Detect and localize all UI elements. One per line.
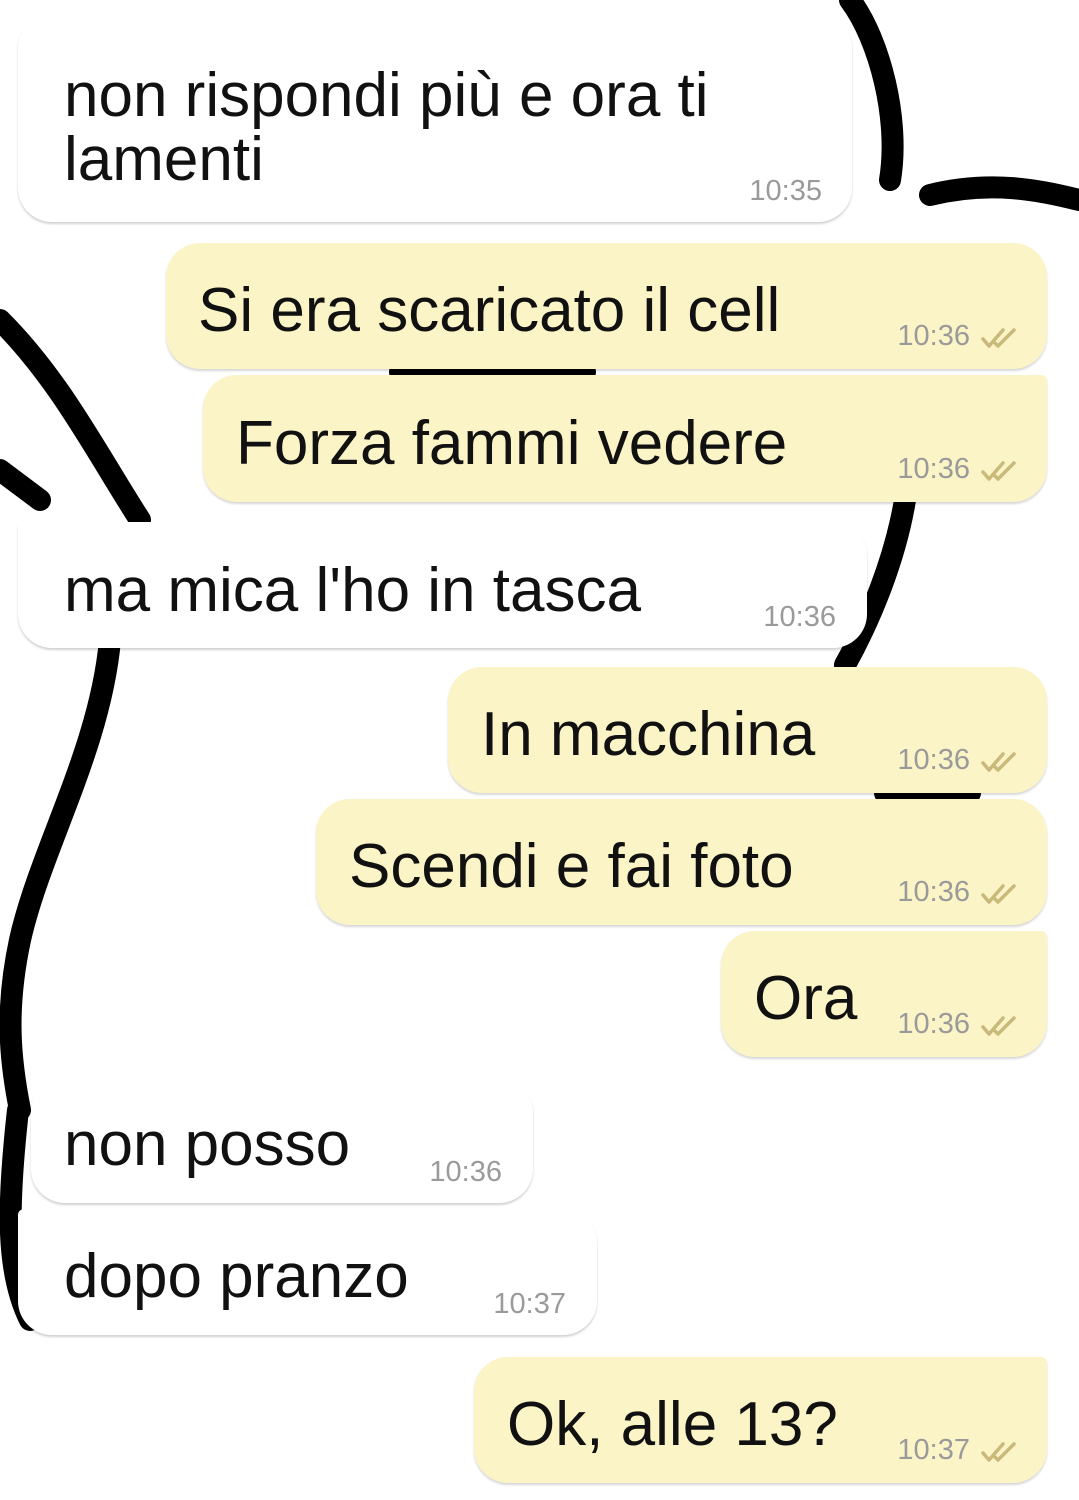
- double-check-icon: [981, 1016, 1016, 1036]
- message-text: ma mica l'ho in tasca: [64, 556, 641, 625]
- message-bubble-outgoing[interactable]: Ok, alle 13? 10:37: [474, 1357, 1047, 1483]
- message-text: non posso: [64, 1110, 351, 1179]
- message-bubble-outgoing[interactable]: In macchina 10:36: [448, 667, 1047, 793]
- message-text: Si era scaricato il cell: [198, 276, 781, 345]
- double-check-icon: [981, 884, 1016, 904]
- double-check-icon: [981, 328, 1016, 348]
- message-timestamp: 10:36: [897, 320, 970, 352]
- message-text: dopo pranzo: [64, 1242, 409, 1311]
- double-check-icon: [981, 461, 1016, 481]
- double-check-icon: [981, 752, 1016, 772]
- message-bubble-outgoing[interactable]: Scendi e fai foto 10:36: [316, 799, 1047, 925]
- message-timestamp: 10:37: [897, 1434, 970, 1466]
- message-bubble-outgoing[interactable]: Ora 10:36: [721, 931, 1047, 1057]
- message-bubble-incoming[interactable]: non posso 10:36: [31, 1078, 533, 1203]
- message-timestamp: 10:36: [429, 1156, 502, 1188]
- message-bubble-outgoing[interactable]: Forza fammi vedere 10:36: [203, 375, 1047, 502]
- message-bubble-incoming[interactable]: non rispondi più e ora ti lamenti 10:35: [18, 14, 852, 222]
- message-text: In macchina: [481, 700, 816, 769]
- message-text: Scendi e fai foto: [349, 832, 794, 901]
- message-timestamp: 10:36: [897, 744, 970, 776]
- message-timestamp: 10:37: [493, 1288, 566, 1320]
- message-text: Forza fammi vedere: [236, 409, 788, 478]
- message-text: non rispondi più e ora ti lamenti: [64, 61, 709, 194]
- message-bubble-incoming[interactable]: ma mica l'ho in tasca 10:36: [18, 522, 867, 648]
- double-check-icon: [981, 1442, 1016, 1462]
- message-timestamp: 10:36: [763, 601, 836, 633]
- message-text: Ok, alle 13?: [507, 1390, 838, 1459]
- message-timestamp: 10:36: [897, 453, 970, 485]
- message-timestamp: 10:36: [897, 1008, 970, 1040]
- message-bubble-incoming[interactable]: dopo pranzo 10:37: [18, 1209, 597, 1335]
- message-timestamp: 10:36: [897, 876, 970, 908]
- message-timestamp: 10:35: [749, 175, 822, 207]
- message-bubble-outgoing[interactable]: Si era scaricato il cell 10:36: [166, 243, 1047, 369]
- message-text: Ora: [754, 964, 858, 1033]
